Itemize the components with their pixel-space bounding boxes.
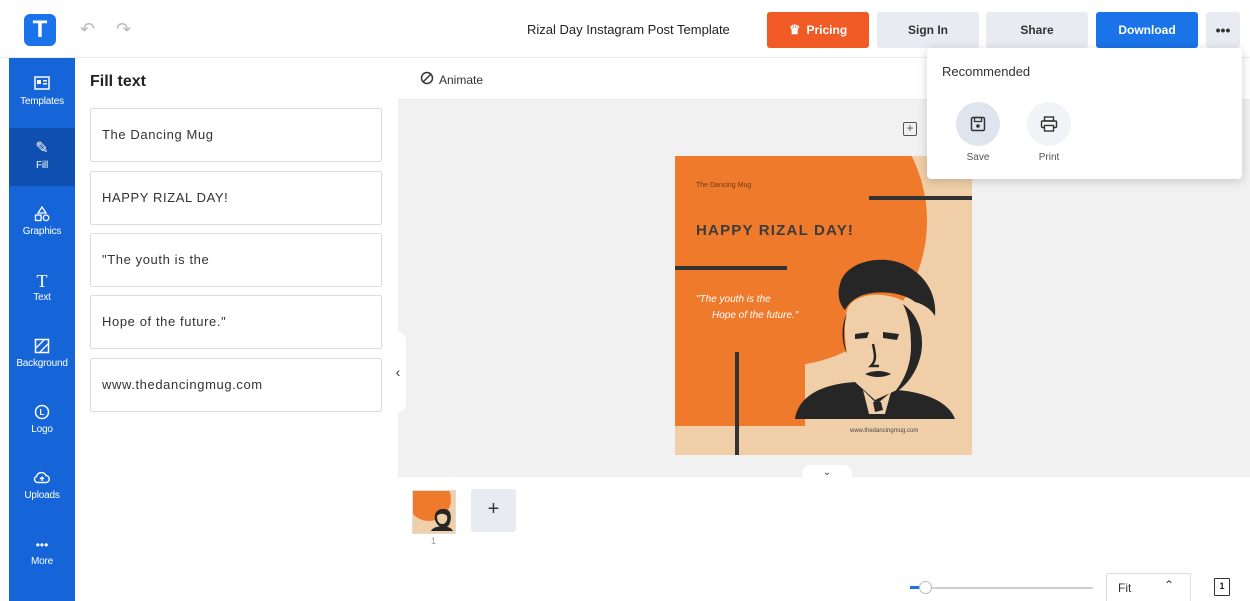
fill-field-heading[interactable]: HAPPY RIZAL DAY! — [90, 171, 382, 225]
sidebar-label: Logo — [31, 424, 53, 435]
background-icon — [9, 338, 75, 356]
svg-text:L: L — [40, 408, 45, 417]
animate-label: Animate — [439, 72, 484, 87]
sidebar-label: Text — [33, 292, 51, 303]
sidebar-item-text[interactable]: T Text — [9, 260, 75, 318]
sidebar-label: Uploads — [24, 490, 60, 501]
sidebar-item-fill[interactable]: ✎ Fill — [9, 128, 75, 186]
add-frame-icon[interactable]: + — [903, 122, 917, 136]
pricing-button[interactable]: ♛ Pricing — [767, 12, 869, 48]
dark-line-shape — [735, 352, 739, 455]
sidebar-label: Graphics — [22, 226, 62, 237]
more-options-button[interactable]: ••• — [1206, 12, 1240, 48]
logo-icon: L — [9, 404, 75, 422]
add-page-button[interactable]: + — [471, 489, 516, 532]
collapse-pages-chevron-icon[interactable]: ⌄ — [802, 465, 852, 481]
pages-view-icon[interactable]: 1 — [1214, 578, 1230, 596]
dropdown-item-label: Print — [1038, 152, 1060, 163]
fill-field-quote-line1[interactable]: "The youth is the — [90, 233, 382, 287]
sign-in-button[interactable]: Sign In — [877, 12, 979, 48]
text-icon: T — [36, 271, 48, 291]
chevron-up-icon[interactable]: ⌃ — [1164, 578, 1174, 592]
crown-icon: ♛ — [788, 22, 801, 37]
dropdown-heading: Recommended — [942, 64, 1031, 79]
design-quote-line1[interactable]: "The youth is the — [696, 294, 771, 305]
sidebar-label: Templates — [20, 96, 64, 107]
sidebar-item-more[interactable]: ••• More — [9, 524, 75, 582]
sidebar-item-templates[interactable]: Templates — [9, 64, 75, 122]
pencil-icon: ✎ — [35, 140, 49, 157]
share-button[interactable]: Share — [986, 12, 1088, 48]
dropdown-item-save[interactable]: Save — [948, 102, 1008, 163]
download-button[interactable]: Download — [1096, 12, 1198, 48]
animate-icon — [420, 71, 434, 88]
zoom-slider[interactable] — [910, 587, 1093, 589]
fill-field-url[interactable]: www.thedancingmug.com — [90, 358, 382, 412]
document-title[interactable]: Rizal Day Instagram Post Template — [527, 22, 730, 37]
fill-field-quote-line2[interactable]: Hope of the future." — [90, 295, 382, 349]
fill-field-brand[interactable]: The Dancing Mug — [90, 108, 382, 162]
redo-icon[interactable]: ↷ — [116, 19, 131, 40]
more-dots-icon: ••• — [35, 538, 49, 552]
portrait-image[interactable] — [785, 254, 960, 419]
dropdown-item-print[interactable]: Print — [1019, 102, 1079, 163]
undo-icon[interactable]: ↶ — [80, 19, 95, 40]
page-thumbnail[interactable] — [412, 490, 456, 534]
templates-icon — [9, 76, 75, 94]
design-heading-text[interactable]: HAPPY RIZAL DAY! — [696, 222, 854, 239]
page-number: 1 — [431, 536, 437, 546]
sidebar-label: Fill — [36, 160, 48, 171]
dark-line-shape — [675, 266, 787, 270]
app-logo[interactable]: T — [24, 14, 56, 46]
sidebar-label: Background — [16, 358, 68, 369]
upload-cloud-icon — [9, 470, 75, 488]
zoom-slider-handle[interactable] — [919, 581, 932, 594]
sidebar-item-graphics[interactable]: Graphics — [9, 194, 75, 252]
left-sidebar: Templates ✎ Fill Graphics T Text Backgro… — [9, 58, 75, 601]
shapes-icon — [9, 205, 75, 224]
dropdown-item-label: Save — [966, 152, 990, 163]
sidebar-label: More — [31, 556, 53, 567]
animate-button[interactable]: Animate — [420, 71, 483, 88]
zoom-select[interactable]: Fit — [1106, 573, 1191, 601]
printer-icon — [1027, 102, 1071, 146]
design-url-text[interactable]: www.thedancingmug.com — [850, 428, 918, 434]
design-brand-text[interactable]: The Dancing Mug — [696, 182, 751, 189]
design-artboard[interactable]: The Dancing Mug HAPPY RIZAL DAY! "The yo… — [675, 156, 972, 455]
sidebar-item-background[interactable]: Background — [9, 326, 75, 384]
sidebar-item-uploads[interactable]: Uploads — [9, 458, 75, 516]
sidebar-item-logo[interactable]: L Logo — [9, 392, 75, 450]
save-icon — [956, 102, 1000, 146]
dark-line-shape — [869, 196, 972, 200]
thumb-portrait — [431, 508, 453, 531]
panel-title: Fill text — [90, 73, 147, 90]
collapse-panel-chevron-icon[interactable]: ‹ — [390, 332, 406, 412]
fill-text-panel: Fill text The Dancing Mug HAPPY RIZAL DA… — [75, 58, 398, 601]
pricing-label: Pricing — [806, 23, 848, 37]
more-options-dropdown: Recommended Save Print — [927, 48, 1242, 179]
